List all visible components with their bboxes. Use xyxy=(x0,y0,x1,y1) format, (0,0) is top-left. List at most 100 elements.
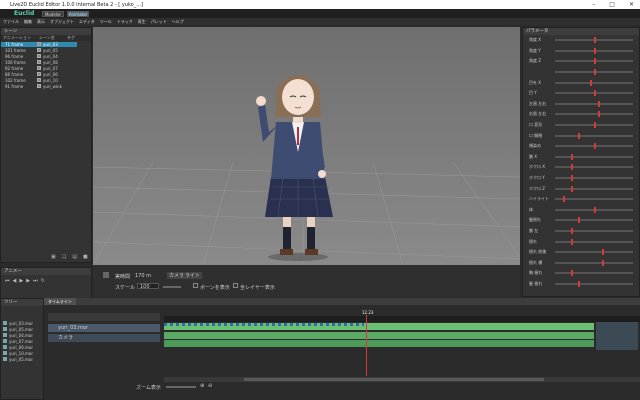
parameter-row[interactable]: ハイライト xyxy=(523,194,639,205)
menu-file[interactable]: ファイル xyxy=(3,19,19,25)
column-animation[interactable]: アニメーション xyxy=(3,35,39,41)
duplicate-icon[interactable]: ❏ xyxy=(62,254,66,260)
slider-knob[interactable] xyxy=(594,206,596,213)
slider-knob[interactable] xyxy=(594,90,596,97)
parameter-slider[interactable] xyxy=(555,58,633,65)
parameter-row[interactable]: 腕 左 xyxy=(523,226,639,237)
parameter-slider[interactable] xyxy=(555,280,633,287)
track-bar-1[interactable] xyxy=(164,332,594,339)
parameter-row[interactable]: 左眉 左右 xyxy=(523,99,639,110)
new-scene-icon[interactable]: ▣ xyxy=(51,254,56,260)
slider-knob[interactable] xyxy=(597,100,600,107)
slider-knob[interactable] xyxy=(594,37,596,44)
column-scene-name[interactable]: シーン名 xyxy=(39,35,67,41)
parameter-row[interactable]: 口 開閉 xyxy=(523,130,639,141)
light-button[interactable]: ライト xyxy=(183,272,203,279)
maximize-icon[interactable]: □ xyxy=(609,1,615,8)
parameter-row[interactable]: ホクロ X xyxy=(523,162,639,173)
parameter-row[interactable]: 体 xyxy=(523,205,639,216)
slider-knob[interactable] xyxy=(590,79,593,86)
play-icon[interactable]: ▶ xyxy=(19,278,23,284)
slider-knob[interactable] xyxy=(594,69,596,76)
scrollbar-thumb[interactable] xyxy=(244,378,544,381)
parameter-row[interactable]: 角度 Z xyxy=(523,56,639,67)
parameter-slider[interactable] xyxy=(555,153,633,160)
parameter-row[interactable]: 目 Y xyxy=(523,88,639,99)
parameter-row[interactable]: 揺れ xyxy=(523,236,639,247)
slider-knob[interactable] xyxy=(594,47,596,54)
parameter-slider[interactable] xyxy=(555,206,633,213)
column-tag[interactable]: タグ xyxy=(67,35,75,41)
parameter-slider[interactable] xyxy=(555,132,633,139)
menu-view[interactable]: 表示 xyxy=(37,19,45,25)
menu-editor[interactable]: エディタ xyxy=(79,19,95,25)
slider-knob[interactable] xyxy=(570,175,573,182)
parameter-row[interactable]: 角度 X xyxy=(523,35,639,46)
slider-knob[interactable] xyxy=(594,143,596,150)
slider-knob[interactable] xyxy=(562,196,565,203)
parameter-row[interactable]: 胸 揺れ xyxy=(523,268,639,279)
parameter-slider[interactable] xyxy=(555,217,633,224)
next-frame-icon[interactable]: ▶ xyxy=(26,278,30,284)
slider-knob[interactable] xyxy=(570,238,573,245)
parameter-slider[interactable] xyxy=(555,164,633,171)
menu-play[interactable]: 再生 xyxy=(138,19,146,25)
parameter-slider[interactable] xyxy=(555,79,633,86)
parameter-slider[interactable] xyxy=(555,122,633,129)
3d-viewport[interactable] xyxy=(93,27,520,265)
slider-knob[interactable] xyxy=(570,164,573,171)
slider-knob[interactable] xyxy=(578,132,581,139)
slider-knob[interactable] xyxy=(597,111,600,118)
parameter-row[interactable]: 腕 X xyxy=(523,152,639,163)
scale-input[interactable]: 100 xyxy=(137,283,159,290)
delete-icon[interactable]: ■ xyxy=(83,254,88,260)
parameter-slider[interactable] xyxy=(555,249,633,256)
playhead-cursor[interactable] xyxy=(366,310,367,376)
parameter-slider[interactable] xyxy=(555,47,633,54)
parameter-slider[interactable] xyxy=(555,270,633,277)
zoom-label[interactable]: ズーム表示 xyxy=(136,384,161,391)
slider-knob[interactable] xyxy=(594,58,596,65)
scene-row[interactable]: 91 frame yuri_wink xyxy=(1,83,91,89)
menu-tools[interactable]: ツール xyxy=(100,19,112,25)
zoom-in-icon[interactable]: ⊕ xyxy=(200,383,204,389)
parameter-row[interactable]: 髪揺れ xyxy=(523,215,639,226)
parameter-slider[interactable] xyxy=(555,196,633,203)
show-bones-checkbox[interactable] xyxy=(193,283,198,288)
parameter-slider[interactable] xyxy=(555,259,633,266)
parameter-slider[interactable] xyxy=(555,238,633,245)
menu-edit[interactable]: 編集 xyxy=(24,19,32,25)
slider-knob[interactable] xyxy=(594,122,596,129)
parameter-row[interactable]: 角度 Y xyxy=(523,46,639,57)
prev-frame-icon[interactable]: ◀ xyxy=(13,278,17,284)
last-frame-icon[interactable]: ⏭ xyxy=(33,278,38,284)
parameter-row[interactable]: 右眉 左右 xyxy=(523,109,639,120)
menu-object[interactable]: オブジェクト xyxy=(50,19,74,25)
parameter-slider[interactable] xyxy=(555,185,633,192)
show-all-layers-checkbox[interactable] xyxy=(233,283,238,288)
zoom-out-icon[interactable]: ⊖ xyxy=(208,383,212,389)
tab-modeler[interactable]: Modeler xyxy=(42,10,64,17)
parameter-row[interactable] xyxy=(523,67,639,78)
parameter-slider[interactable] xyxy=(555,143,633,150)
parameter-row[interactable]: 頬染め xyxy=(523,141,639,152)
tab-timeline[interactable]: タイムライン xyxy=(44,298,76,305)
tab-animator[interactable]: Animator xyxy=(67,10,89,17)
first-frame-icon[interactable]: ⏮ xyxy=(5,278,10,284)
tree-item[interactable]: yuri_05.mor xyxy=(1,356,43,362)
menu-track[interactable]: トラック xyxy=(117,19,133,25)
parameter-row[interactable]: 口 変形 xyxy=(523,120,639,131)
parameter-slider[interactable] xyxy=(555,111,633,118)
slider-knob[interactable] xyxy=(601,249,604,256)
scale-slider[interactable] xyxy=(163,286,181,288)
slider-knob[interactable] xyxy=(570,153,573,160)
menu-palette[interactable]: パレット xyxy=(151,19,167,25)
parameter-row[interactable]: 揺れ 前後 xyxy=(523,247,639,258)
parameter-slider[interactable] xyxy=(555,175,633,182)
slider-knob[interactable] xyxy=(578,217,581,224)
parameter-row[interactable]: 目を X xyxy=(523,77,639,88)
parameter-row[interactable]: ホクロ Z xyxy=(523,183,639,194)
track-bar-2[interactable] xyxy=(164,340,594,347)
timeline-ruler[interactable] xyxy=(164,316,640,322)
slider-knob[interactable] xyxy=(601,259,604,266)
